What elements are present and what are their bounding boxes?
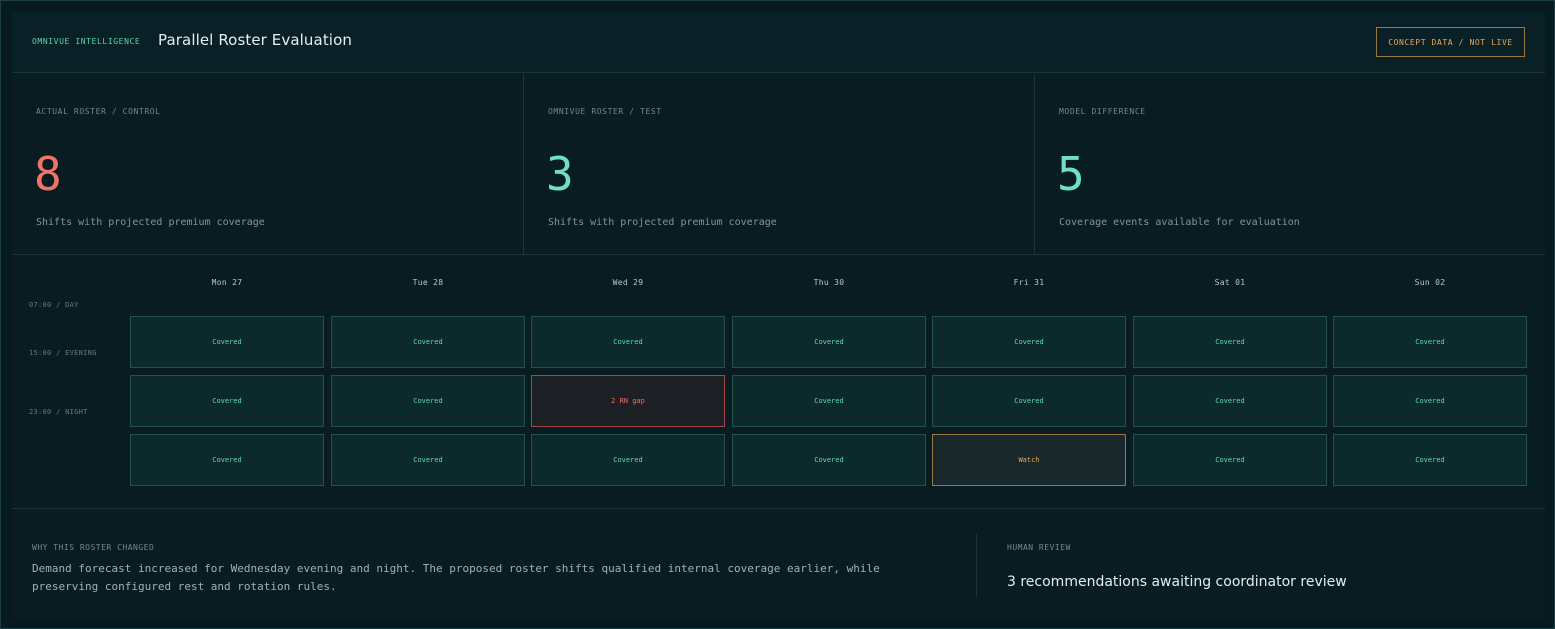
stat-label: ACTUAL ROSTER / CONTROL <box>36 107 161 116</box>
shift-cell-covered[interactable]: Covered <box>732 316 926 368</box>
header: OMNIVUE INTELLIGENCE Parallel Roster Eva… <box>12 12 1545 73</box>
shift-cell-covered[interactable]: Covered <box>331 434 525 486</box>
stat-actual-roster: ACTUAL ROSTER / CONTROL 8 Shifts with pr… <box>12 74 523 255</box>
stat-value: 5 <box>1057 147 1085 201</box>
stat-label: OMNIVUE ROSTER / TEST <box>548 107 662 116</box>
stat-description: Shifts with projected premium coverage <box>36 217 265 228</box>
time-label-evening: 15:00 / EVENING <box>29 349 97 357</box>
shift-cell-covered[interactable]: Covered <box>130 316 324 368</box>
footer-divider <box>976 534 977 596</box>
why-changed-label: WHY THIS ROSTER CHANGED <box>32 543 155 552</box>
day-header: Wed 29 <box>612 278 644 287</box>
day-header: Fri 31 <box>1013 278 1045 287</box>
day-header: Mon 27 <box>211 278 243 287</box>
shift-cell-covered[interactable]: Covered <box>331 316 525 368</box>
day-header: Sat 01 <box>1214 278 1246 287</box>
shift-cell-watch[interactable]: Watch <box>932 434 1126 486</box>
stat-label: MODEL DIFFERENCE <box>1059 107 1146 116</box>
shift-cell-covered[interactable]: Covered <box>1333 316 1527 368</box>
day-header: Tue 28 <box>412 278 444 287</box>
shift-cell-covered[interactable]: Covered <box>331 375 525 427</box>
roster-grid: 07:00 / DAY 15:00 / EVENING 23:00 / NIGH… <box>12 256 1545 509</box>
shift-cell-covered[interactable]: Covered <box>1133 316 1327 368</box>
human-review-status: 3 recommendations awaiting coordinator r… <box>1007 574 1347 590</box>
shift-cell-covered[interactable]: Covered <box>1133 434 1327 486</box>
stats-row: ACTUAL ROSTER / CONTROL 8 Shifts with pr… <box>12 74 1545 255</box>
why-changed-text: Demand forecast increased for Wednesday … <box>32 562 880 593</box>
shift-cell-covered[interactable]: Covered <box>531 434 725 486</box>
shift-cell-covered[interactable]: Covered <box>932 375 1126 427</box>
brand-label: OMNIVUE INTELLIGENCE <box>32 37 141 46</box>
stat-value: 8 <box>34 147 62 201</box>
stat-model-difference: MODEL DIFFERENCE 5 Coverage events avail… <box>1034 74 1545 255</box>
shift-cell-covered[interactable]: Covered <box>932 316 1126 368</box>
shift-cell-covered[interactable]: Covered <box>130 375 324 427</box>
shift-cell-gap[interactable]: 2 RN gap <box>531 375 725 427</box>
stat-omnivue-roster: OMNIVUE ROSTER / TEST 3 Shifts with proj… <box>523 74 1034 255</box>
stat-value: 3 <box>546 147 574 201</box>
app-frame: OMNIVUE INTELLIGENCE Parallel Roster Eva… <box>0 0 1555 629</box>
day-header: Thu 30 <box>813 278 845 287</box>
shift-cell-covered[interactable]: Covered <box>130 434 324 486</box>
shift-cell-covered[interactable]: Covered <box>732 375 926 427</box>
page-title: Parallel Roster Evaluation <box>158 31 352 49</box>
evaluation-panel: OMNIVUE INTELLIGENCE Parallel Roster Eva… <box>12 12 1545 619</box>
time-label-day: 07:00 / DAY <box>29 301 79 309</box>
stat-description: Shifts with projected premium coverage <box>548 217 777 228</box>
shift-cell-covered[interactable]: Covered <box>1333 375 1527 427</box>
footer: WHY THIS ROSTER CHANGED Demand forecast … <box>12 510 1545 619</box>
shift-cell-covered[interactable]: Covered <box>531 316 725 368</box>
shift-cell-covered[interactable]: Covered <box>732 434 926 486</box>
human-review-label: HUMAN REVIEW <box>1007 543 1071 552</box>
shift-cell-covered[interactable]: Covered <box>1333 434 1527 486</box>
concept-data-badge: CONCEPT DATA / NOT LIVE <box>1376 27 1525 57</box>
time-label-night: 23:00 / NIGHT <box>29 408 88 416</box>
stat-description: Coverage events available for evaluation <box>1059 217 1300 228</box>
shift-cell-covered[interactable]: Covered <box>1133 375 1327 427</box>
day-header: Sun 02 <box>1414 278 1446 287</box>
